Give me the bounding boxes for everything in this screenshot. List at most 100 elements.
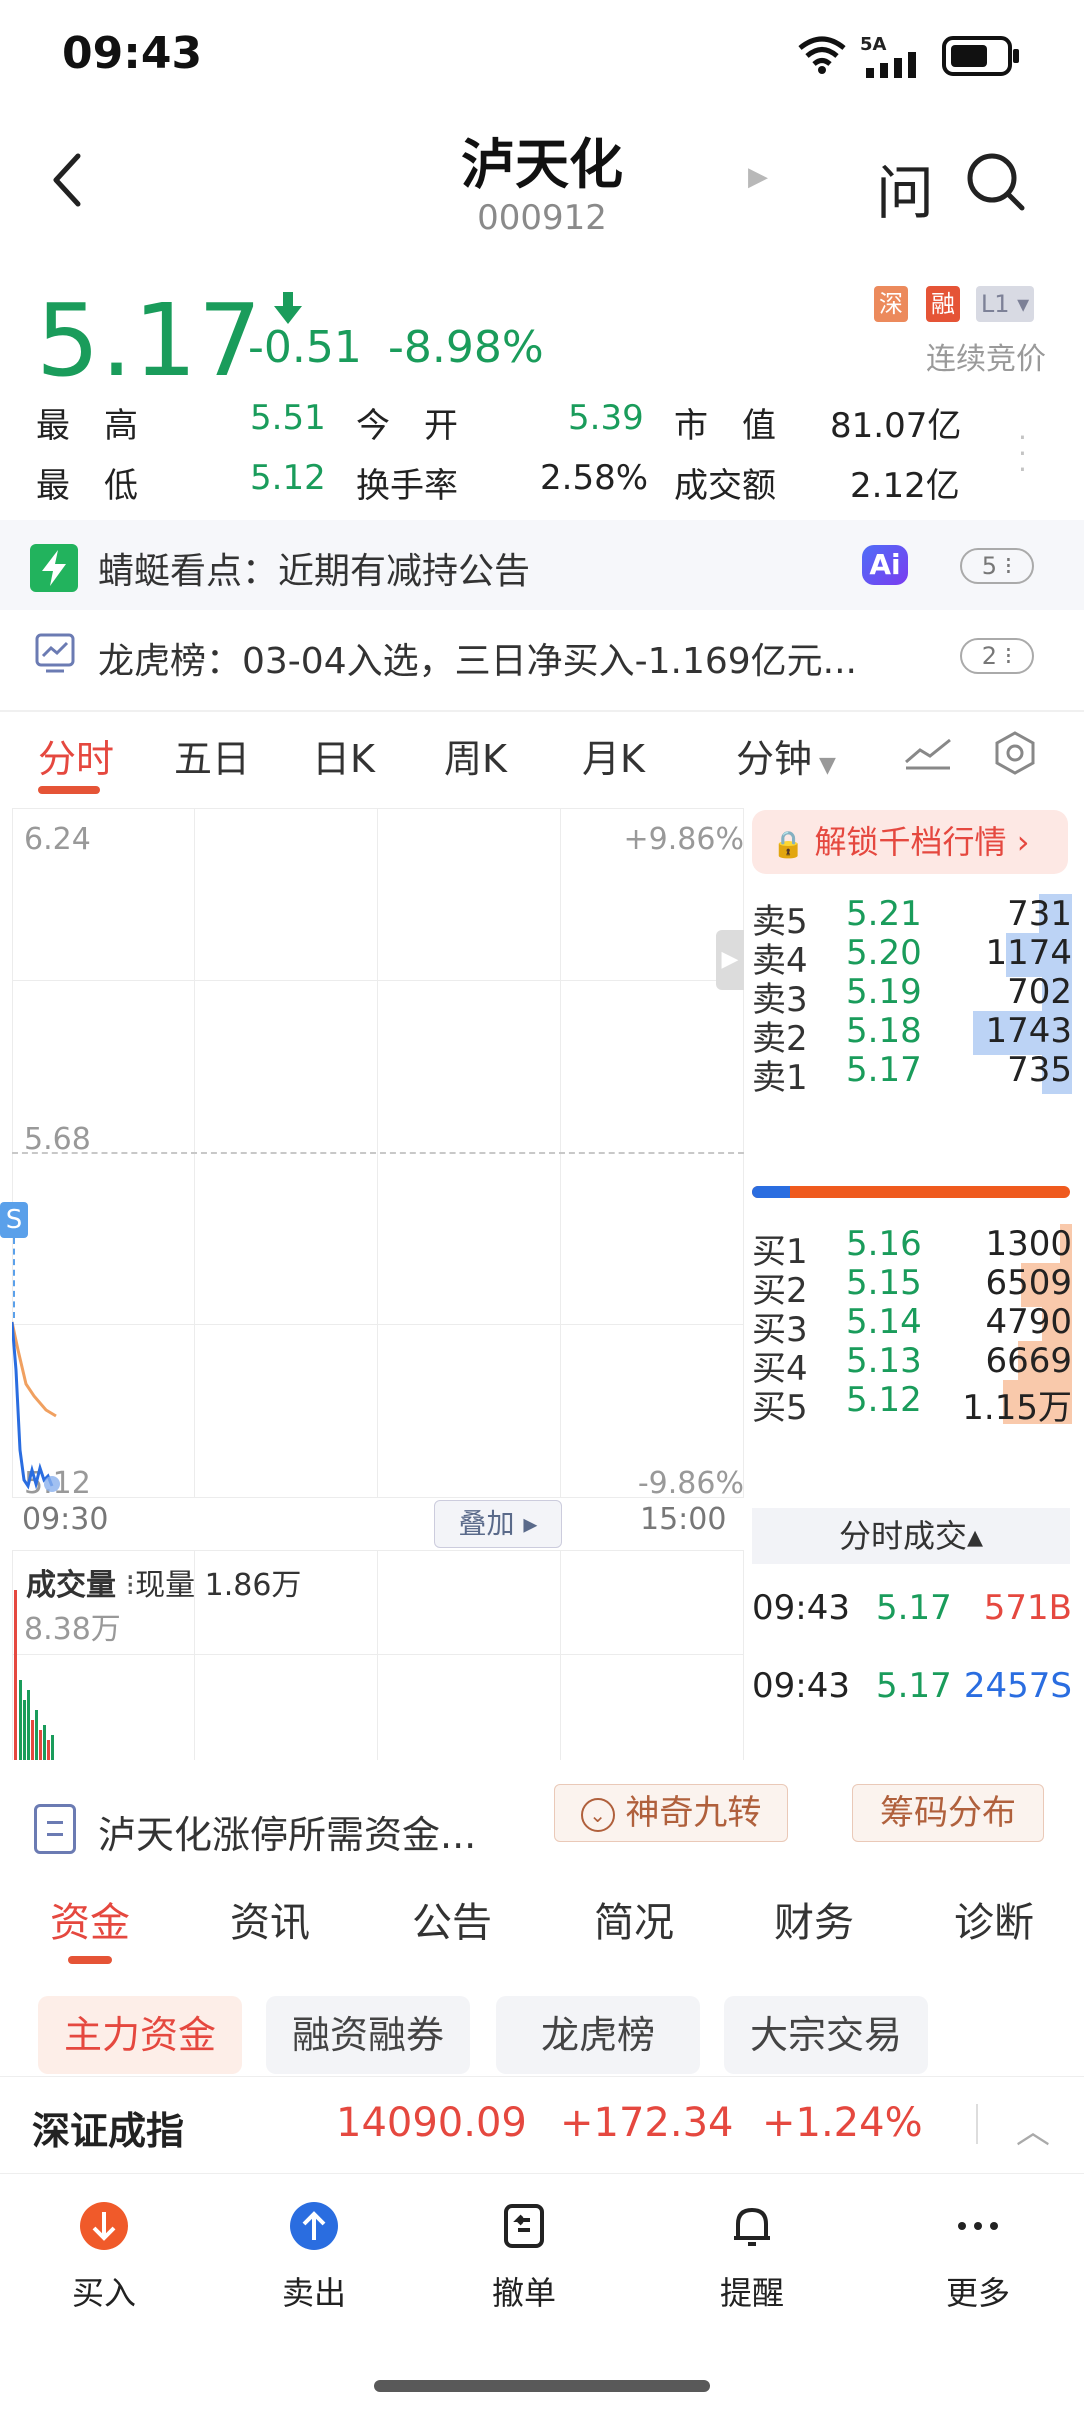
ask-label: 卖1 xyxy=(752,1058,808,1098)
pct-top-label: +9.86% xyxy=(623,822,744,857)
sell-marker[interactable]: S xyxy=(0,1202,28,1238)
stat-turnover: 2.58% xyxy=(540,458,649,498)
chip-distribution-button[interactable]: 筹码分布 xyxy=(852,1784,1044,1842)
grid-line xyxy=(377,1550,378,1760)
divider xyxy=(0,710,1084,712)
tab-daily-k[interactable]: 日K xyxy=(312,728,375,783)
bid-price: 5.12 xyxy=(846,1380,922,1420)
index-name: 深证成指 xyxy=(32,2109,185,2153)
expand-handle[interactable]: ▶ xyxy=(716,930,744,990)
tab-profile[interactable]: 简况 xyxy=(594,1890,674,1948)
y-mid-label: 5.68 xyxy=(24,1122,91,1157)
level-tag[interactable]: L1 ▾ xyxy=(976,286,1034,322)
grid-line xyxy=(12,1324,744,1325)
stat-market-cap: 81.07亿 xyxy=(830,406,962,446)
ask-volume: 735 xyxy=(1007,1050,1072,1090)
home-indicator[interactable] xyxy=(374,2380,710,2392)
tick-row: 09:43 5.17 2457S xyxy=(752,1666,1072,1716)
nav-more[interactable]: 更多 xyxy=(918,2200,1038,2314)
stat-open: 5.39 xyxy=(568,398,644,438)
y-top-label: 6.24 xyxy=(24,822,91,857)
margin-tag: 融 xyxy=(926,286,960,322)
dragon-tiger-count[interactable]: 2 ⁝ xyxy=(960,638,1034,674)
grid-line xyxy=(12,1654,744,1655)
ask-button[interactable]: 问 xyxy=(876,146,934,230)
down-arrow-icon xyxy=(274,292,302,324)
more-stats-icon[interactable]: · · · xyxy=(1018,424,1027,484)
stat-label: 换手率 xyxy=(356,466,458,506)
overlay-button[interactable]: 叠加 ▸ xyxy=(434,1500,562,1548)
signal-icon xyxy=(866,52,916,78)
highlight-text[interactable]: 蜻蜓看点：近期有减持公告 xyxy=(98,542,530,594)
chevron-up-icon[interactable]: ︿ xyxy=(1016,2104,1050,2153)
stat-label: 市 值 xyxy=(674,406,776,446)
battery-icon xyxy=(942,36,1019,76)
trade-mode: 连续竞价 xyxy=(926,342,1046,377)
tab-minute[interactable]: 分钟 ▼ xyxy=(736,728,836,783)
wifi-icon xyxy=(798,36,846,74)
ask-row[interactable]: 卖1 5.17 735 xyxy=(752,1042,1072,1098)
last-price: 5.17 xyxy=(36,282,263,399)
bid-label: 买5 xyxy=(752,1388,808,1428)
tab-intraday[interactable]: 分时 xyxy=(38,728,114,783)
ticks-header[interactable]: 分时成交▴ xyxy=(752,1508,1070,1564)
tab-news[interactable]: 资讯 xyxy=(230,1890,310,1948)
nav-sell[interactable]: 卖出 xyxy=(254,2200,374,2314)
tab-underline xyxy=(38,786,100,794)
chart-trend-icon xyxy=(35,633,75,673)
pct-bottom-label: -9.86% xyxy=(637,1466,744,1501)
time-start: 09:30 xyxy=(22,1502,109,1537)
status-clock: 09:43 xyxy=(62,28,203,79)
tab-announcements[interactable]: 公告 xyxy=(412,1890,492,1948)
grid-line xyxy=(12,980,744,981)
tab-diagnosis[interactable]: 诊断 xyxy=(954,1890,1034,1948)
stat-label: 最 低 xyxy=(36,466,138,506)
dragon-tiger-text[interactable]: 龙虎榜：03-04入选，三日净买入-1.169亿元... xyxy=(98,632,857,684)
tab-finance[interactable]: 财务 xyxy=(774,1890,854,1948)
stat-amount: 2.12亿 xyxy=(850,466,960,506)
sell-icon xyxy=(290,2202,338,2250)
lightning-icon xyxy=(30,544,78,592)
tab-five-day[interactable]: 五日 xyxy=(174,728,250,783)
bid-row[interactable]: 买5 5.12 1.15万 xyxy=(752,1372,1072,1428)
tick-volume: 571B xyxy=(983,1588,1072,1628)
limit-up-funds-link[interactable]: 泸天化涨停所需资金... xyxy=(98,1804,476,1859)
chevron-down-icon: ⌄ xyxy=(580,1797,615,1832)
market-tag: 深 xyxy=(874,286,908,322)
stat-label: 成交额 xyxy=(674,466,776,506)
tab-monthly-k[interactable]: 月K xyxy=(582,728,645,783)
magic-nine-button[interactable]: ⌄ 神奇九转 xyxy=(554,1784,788,1842)
price-change-pct: -8.98% xyxy=(388,322,544,373)
tab-underline xyxy=(68,1956,112,1964)
indicator-icon[interactable] xyxy=(902,732,954,772)
index-value: 14090.09 xyxy=(336,2100,527,2146)
highlight-count[interactable]: 5 ⁝ xyxy=(960,548,1034,584)
stat-label: 最 高 xyxy=(36,406,138,446)
unlock-depth-button[interactable]: 🔒 解锁千档行情 › xyxy=(752,810,1068,874)
chip-dragon-tiger[interactable]: 龙虎榜 xyxy=(496,1996,700,2074)
tick-row: 09:43 5.17 571B xyxy=(752,1588,1072,1638)
settings-icon[interactable] xyxy=(992,730,1038,776)
tick-volume: 2457S xyxy=(963,1666,1072,1706)
ai-icon[interactable]: Ai xyxy=(862,545,908,585)
tick-price: 5.17 xyxy=(876,1666,952,1706)
cancel-order-icon xyxy=(504,2204,544,2248)
nav-cancel-order[interactable]: 撤单 xyxy=(464,2200,584,2314)
tick-time: 09:43 xyxy=(752,1588,850,1628)
tab-funds[interactable]: 资金 xyxy=(50,1890,130,1948)
nav-buy[interactable]: 买入 xyxy=(44,2200,164,2314)
tick-price: 5.17 xyxy=(876,1588,952,1628)
chip-main-funds[interactable]: 主力资金 xyxy=(38,1996,242,2074)
chip-margin[interactable]: 融资融券 xyxy=(266,1996,470,2074)
price-change: -0.51 xyxy=(248,322,362,373)
more-icon xyxy=(958,2222,998,2230)
search-icon[interactable] xyxy=(964,150,1028,214)
nav-alert[interactable]: 提醒 xyxy=(692,2200,812,2314)
stat-label: 今 开 xyxy=(356,406,458,446)
prev-close-line xyxy=(12,1152,744,1154)
tab-weekly-k[interactable]: 周K xyxy=(444,728,507,783)
next-stock-icon[interactable]: ▶ xyxy=(748,162,768,192)
index-change: +172.34 xyxy=(560,2100,734,2146)
buy-sell-ratio-bar xyxy=(752,1186,1070,1198)
chip-block-trade[interactable]: 大宗交易 xyxy=(724,1996,928,2074)
